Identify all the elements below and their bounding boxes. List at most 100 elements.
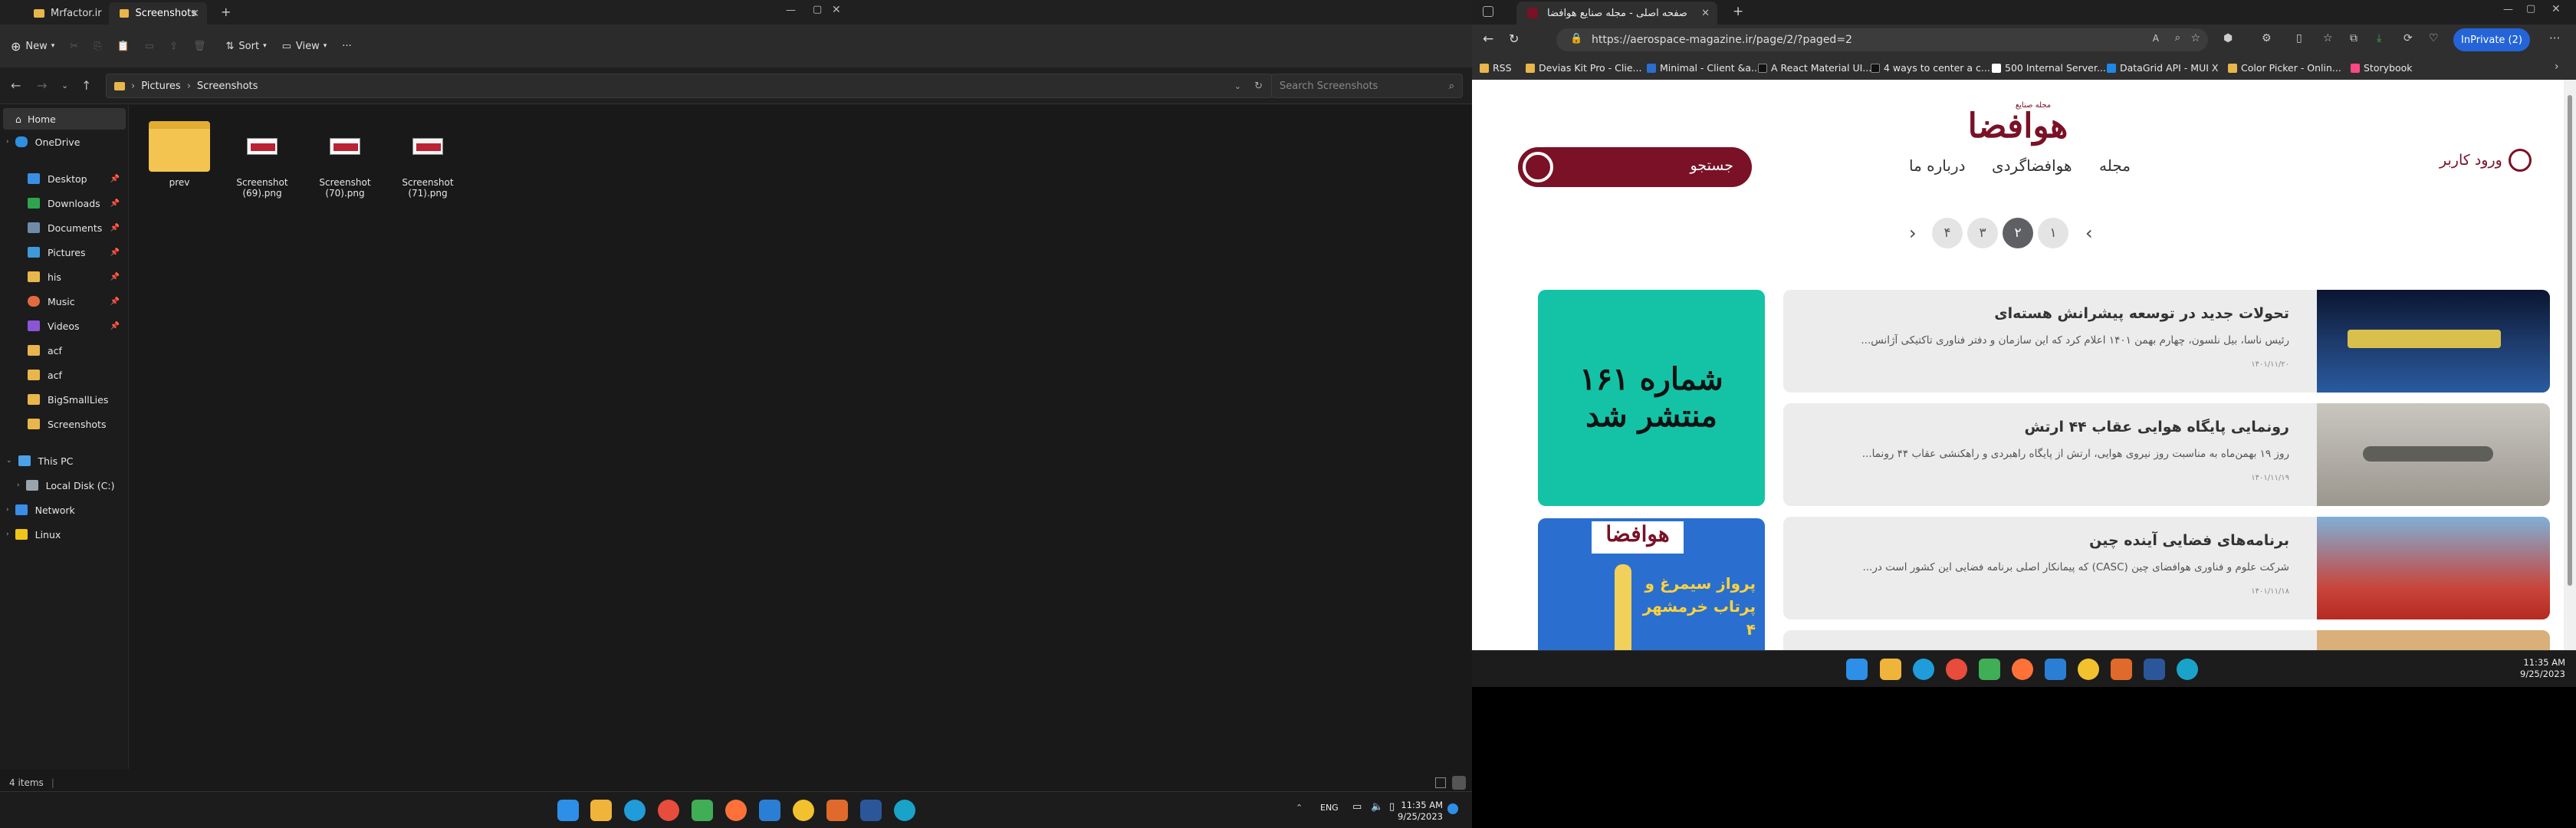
sidebar-item-his[interactable]: his 📌 (0, 266, 127, 288)
login-link[interactable]: ورود کاربر (2440, 149, 2532, 172)
start-icon[interactable] (1846, 659, 1868, 680)
edge-dev-icon[interactable] (894, 800, 915, 821)
new-tab-icon[interactable]: + (1733, 4, 1743, 19)
chevron-down-icon[interactable]: ⌄ (1234, 81, 1241, 91)
forward-icon[interactable]: → (37, 78, 47, 93)
system-clock[interactable]: 11:35 AM 9/25/2023 (2499, 657, 2565, 680)
sidebar-item-pictures[interactable]: Pictures 📌 (0, 242, 127, 263)
download-icon[interactable]: ⤓ (2377, 32, 2381, 44)
close-window-icon[interactable]: ✕ (832, 4, 841, 16)
word-icon[interactable] (2144, 659, 2165, 680)
chevron-right-icon[interactable]: › (2555, 61, 2559, 73)
collections-icon[interactable]: ⧉ (2350, 32, 2358, 44)
settings-icon[interactable]: ⚙ (2262, 32, 2272, 44)
start-icon[interactable] (557, 800, 579, 821)
edge-dev-icon[interactable] (2177, 659, 2198, 680)
close-window-icon[interactable]: ✕ (2551, 3, 2561, 15)
sidebar-item-screenshots[interactable]: Screenshots (0, 413, 127, 435)
chrome-icon[interactable] (658, 800, 679, 821)
edge-icon[interactable] (624, 800, 646, 821)
zoom-icon[interactable]: ⌕ (2175, 32, 2180, 44)
page-scrollbar[interactable] (2564, 80, 2576, 650)
sidebar-item-acf-2[interactable]: acf (0, 364, 127, 386)
details-view-icon[interactable] (1435, 777, 1446, 788)
more-options-icon[interactable]: ··· (2549, 31, 2560, 45)
browser-essentials-icon[interactable]: ♡ (2429, 32, 2439, 44)
bookmark-rss[interactable]: RSS (1480, 62, 1512, 74)
bookmark-storybook[interactable]: Storybook (2351, 62, 2413, 74)
chrome-canary-icon[interactable] (2078, 659, 2099, 680)
paste-button[interactable]: 📋 (117, 41, 130, 52)
bookmark-devias[interactable]: Devias Kit Pro - Clie... (1526, 62, 1641, 74)
app-icon[interactable] (2111, 659, 2132, 680)
view-button[interactable]: ▭ View ▾ (282, 41, 327, 52)
app-icon[interactable] (692, 800, 713, 821)
page-button-3[interactable]: ۳ (1967, 218, 1998, 248)
sidebar-item-videos[interactable]: Videos 📌 (0, 315, 127, 337)
new-button[interactable]: ⊕ New ▾ (11, 39, 54, 54)
sidebar-item-desktop[interactable]: Desktop 📌 (0, 168, 127, 189)
edge-icon[interactable] (1913, 659, 1934, 680)
up-icon[interactable]: ↑ (81, 78, 91, 93)
breadcrumb[interactable]: › Pictures › Screenshots ⌄ ↻ (106, 74, 1273, 98)
chrome-icon[interactable] (1946, 659, 1967, 680)
inprivate-badge[interactable]: InPrivate (2) (2453, 28, 2530, 51)
word-icon[interactable] (860, 800, 882, 821)
back-icon[interactable]: ← (11, 78, 21, 93)
more-options-button[interactable]: ··· (342, 41, 351, 52)
bookmark-react-material[interactable]: A React Material UI... (1758, 62, 1871, 74)
firefox-icon[interactable] (725, 800, 747, 821)
nav-aerospace-tour[interactable]: هوافضاگردی (1992, 156, 2072, 175)
list-item[interactable]: prev (141, 120, 218, 188)
sort-button[interactable]: ⇅ Sort ▾ (226, 41, 267, 52)
sidebar-item-documents[interactable]: Documents 📌 (0, 217, 127, 238)
notification-icon[interactable] (1447, 803, 1458, 814)
bookmark-datagrid[interactable]: DataGrid API - MUI X (2107, 62, 2218, 74)
bookmark-minimal[interactable]: Minimal - Client &a... (1647, 62, 1760, 74)
list-item[interactable]: Screenshot (69).png (224, 120, 301, 199)
rename-button[interactable]: ▭ (145, 41, 154, 52)
page-button-1[interactable]: ۱ (2038, 218, 2068, 248)
breadcrumb-pictures[interactable]: Pictures (141, 80, 180, 92)
bookmark-500[interactable]: 500 Internal Server... (1992, 62, 2106, 74)
minimize-icon[interactable]: — (2503, 4, 2513, 15)
site-logo[interactable]: مجله صنایع هوافضا (1472, 101, 2564, 146)
bookmark-color-picker[interactable]: Color Picker - Onlin... (2228, 62, 2341, 74)
article-card[interactable]: رونمایی پایگاه هوایی عقاب ۴۴ ارتش روز ۱۹… (1783, 403, 2550, 506)
recent-icon[interactable]: ⌄ (61, 80, 68, 90)
history-icon[interactable]: ⟳ (2404, 32, 2413, 44)
url-bar[interactable]: 🔒 https://aerospace-magazine.ir/page/2/?… (1556, 28, 2208, 51)
file-explorer-icon[interactable] (1880, 659, 1901, 680)
sidebar-item-linux[interactable]: › Linux (0, 524, 127, 545)
explorer-tab-screenshots[interactable]: Screenshots ✕ (109, 2, 207, 25)
promo-issue-banner[interactable]: شماره ۱۶۱ منتشر شد (1538, 290, 1765, 506)
pagination-prev-icon[interactable]: ‹ (1909, 222, 1917, 244)
chrome-canary-icon[interactable] (793, 800, 814, 821)
back-icon[interactable]: ← (1483, 31, 1493, 47)
new-tab-icon[interactable]: + (221, 5, 231, 19)
bookmark-center[interactable]: 4 ways to center a c... (1871, 62, 1990, 74)
app-icon[interactable] (826, 800, 848, 821)
list-item[interactable]: Screenshot (70).png (307, 120, 383, 199)
article-card[interactable] (1783, 630, 2550, 650)
close-tab-icon[interactable]: ✕ (190, 8, 199, 20)
sidebar-item-onedrive[interactable]: › OneDrive (0, 131, 127, 153)
nav-about-us[interactable]: درباره ما (1909, 156, 1966, 175)
maximize-icon[interactable]: ▢ (2526, 3, 2535, 15)
vscode-icon[interactable] (759, 800, 780, 821)
list-item[interactable]: Screenshot (71).png (389, 120, 466, 199)
network-icon[interactable]: ▭ (1352, 801, 1362, 813)
sidebar-item-downloads[interactable]: Downloads 📌 (0, 192, 127, 214)
refresh-icon[interactable]: ↻ (1509, 31, 1519, 46)
cut-button[interactable]: ✂ (70, 41, 78, 52)
language-indicator[interactable]: ENG (1320, 803, 1339, 813)
browser-tab-active[interactable]: صفحه اصلی - مجله صنایع هوافضا ✕ (1516, 2, 1717, 25)
file-explorer-icon[interactable] (590, 800, 612, 821)
volume-icon[interactable]: 🔈 (1371, 801, 1383, 813)
minimize-icon[interactable]: — (786, 5, 796, 16)
search-input[interactable]: Search Screenshots ⌕ (1271, 74, 1463, 98)
page-button-current[interactable]: ۲ (2003, 218, 2033, 248)
pagination-next-icon[interactable]: › (2085, 222, 2093, 244)
app-icon[interactable] (1979, 659, 2000, 680)
share-button[interactable]: ⇪ (169, 41, 178, 52)
